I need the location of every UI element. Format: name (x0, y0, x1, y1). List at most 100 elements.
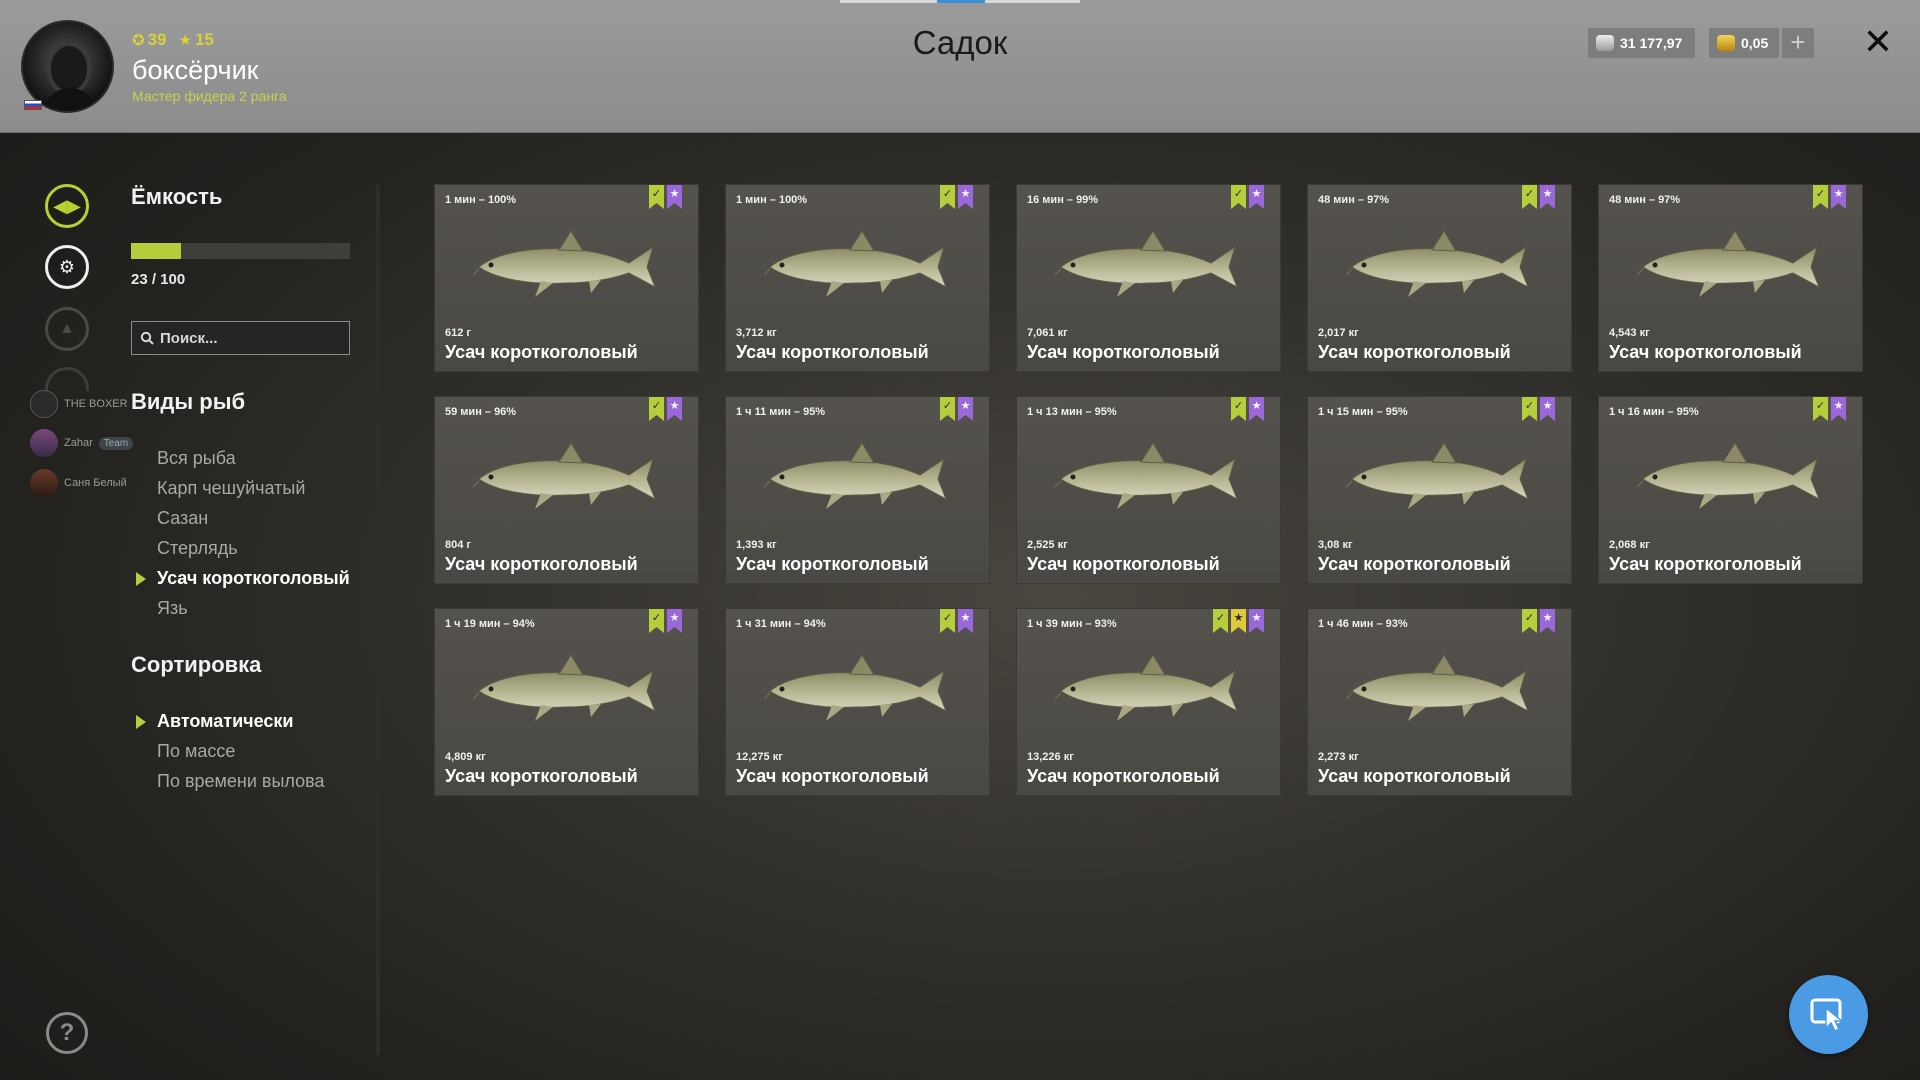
fish-card[interactable]: 1 ч 46 мин – 93% ✓ ★ 2,273 кг Усач короткого… (1307, 608, 1572, 796)
capacity-count: 23 / 100 (131, 271, 186, 288)
purple-bookmark-icon: ★ (1831, 397, 1846, 421)
fish-weight: 12,275 кг (736, 751, 783, 763)
fish-name: Усач короткоголовый (445, 342, 638, 362)
fish-card[interactable]: 16 мин – 99% ✓ ★ 7,061 кг Усач короткоголовы… (1016, 184, 1281, 372)
friend-entry[interactable]: Zahar Team (30, 428, 134, 458)
fish-card[interactable]: 48 мин – 97% ✓ ★ 4,543 кг Усач короткоголовы… (1598, 184, 1863, 372)
tab-indicator-active (937, 0, 985, 3)
purple-bookmark-icon: ★ (958, 609, 973, 633)
species-title: Виды рыб (131, 389, 246, 414)
fish-card[interactable]: 1 мин – 100% ✓ ★ 3,712 кг Усач короткоголовы… (725, 184, 990, 372)
fish-image (763, 654, 947, 721)
close-button[interactable]: ✕ (1860, 22, 1896, 62)
friend-entry[interactable]: THE BOXER (30, 389, 128, 419)
purple-bookmark-icon: ★ (667, 609, 682, 633)
species-item[interactable]: Усач коротко­головый (157, 568, 350, 589)
species-item[interactable]: Язь (157, 598, 188, 619)
search-input[interactable] (160, 329, 340, 347)
sort-option[interactable]: По массе (157, 741, 235, 762)
green-bookmark-icon: ✓ (1213, 609, 1228, 633)
silver-coin-icon (1596, 35, 1614, 51)
locked-icon (45, 367, 89, 391)
fish-image (1054, 442, 1238, 509)
fish-card[interactable]: 1 ч 15 мин – 95% ✓ ★ 3,08 кг Усач короткогол… (1307, 396, 1572, 584)
fish-weight: 13,226 кг (1027, 751, 1074, 763)
team-badge: Team (98, 436, 134, 450)
catch-time: 48 мин – 97% (1318, 194, 1390, 206)
catch-time: 1 ч 11 мин – 95% (736, 406, 826, 418)
catch-time: 1 ч 39 мин – 93% (1027, 618, 1117, 630)
species-item[interactable]: Карп чешуйчатый (157, 478, 305, 499)
green-bookmark-icon: ✓ (940, 185, 955, 209)
species-item[interactable]: Вся рыба (157, 448, 236, 469)
add-currency-button[interactable]: + (1782, 28, 1814, 58)
fish-weight: 804 г (445, 539, 471, 551)
card-marks: ✓ ★ (1231, 397, 1264, 421)
card-marks: ✓ ★ (1813, 397, 1846, 421)
purple-bookmark-icon: ★ (958, 185, 973, 209)
catch-time: 1 мин – 100% (736, 194, 808, 206)
bait-trap-icon[interactable]: ⚙ (45, 245, 89, 289)
card-marks: ✓ ★ (649, 397, 682, 421)
green-bookmark-icon: ✓ (1522, 397, 1537, 421)
fish-card[interactable]: 1 ч 39 мин – 93% ✓ ★ ★ 13,226 кг Усач коротко… (1016, 608, 1281, 796)
fish-keepnet-icon[interactable]: ◀▶ (45, 184, 89, 228)
card-marks: ✓ ★ (649, 185, 682, 209)
catch-time: 1 ч 46 мин – 93% (1318, 618, 1408, 630)
sort-option[interactable]: Автоматически (157, 711, 293, 732)
purple-bookmark-icon: ★ (1540, 609, 1555, 633)
fish-card[interactable]: 1 ч 11 мин – 95% ✓ ★ 1,393 кг Усач короткого… (725, 396, 990, 584)
fish-name: Усач короткоголовый (445, 766, 638, 786)
fish-image (763, 442, 947, 509)
boat-icon[interactable]: ▲ (45, 307, 89, 351)
fish-weight: 2,017 кг (1318, 327, 1359, 339)
friend-entry[interactable]: Саня Белый (30, 468, 127, 498)
fish-card[interactable]: 48 мин – 97% ✓ ★ 2,017 кг Усач короткоголовы… (1307, 184, 1572, 372)
fish-card[interactable]: 1 ч 16 мин – 95% ✓ ★ 2,068 кг Усач короткого… (1598, 396, 1863, 584)
sort-option[interactable]: По времени вылова (157, 771, 325, 792)
card-marks: ✓ ★ (1813, 185, 1846, 209)
green-bookmark-icon: ✓ (1231, 185, 1246, 209)
fish-name: Усач короткоголовый (1318, 766, 1511, 786)
search-icon (140, 331, 154, 345)
catch-time: 1 ч 15 мин – 95% (1318, 406, 1408, 418)
fish-image (1636, 442, 1820, 509)
fish-card[interactable]: 1 ч 13 мин – 95% ✓ ★ 2,525 кг Усач короткого… (1016, 396, 1281, 584)
fish-name: Усач короткоголовый (1318, 342, 1511, 362)
fish-name: Усач короткоголовый (1027, 766, 1220, 786)
fish-name: Усач короткоголовый (736, 766, 929, 786)
fish-card[interactable]: 59 мин – 96% ✓ ★ 804 г Усач короткоголовый (434, 396, 699, 584)
fish-card[interactable]: 1 ч 31 мин – 94% ✓ ★ 12,275 кг Усач коротког… (725, 608, 990, 796)
selected-arrow-icon (136, 572, 146, 586)
friend-avatar (30, 469, 58, 497)
fish-card[interactable]: 1 мин – 100% ✓ ★ 612 г Усач короткоголовый (434, 184, 699, 372)
silver-balance: 31 177,97 (1588, 28, 1695, 58)
fish-image (472, 442, 656, 509)
purple-bookmark-icon: ★ (958, 397, 973, 421)
species-item[interactable]: Сазан (157, 508, 208, 529)
green-bookmark-icon: ✓ (1522, 185, 1537, 209)
fish-name: Усач короткоголовый (445, 554, 638, 574)
purple-bookmark-icon: ★ (1249, 185, 1264, 209)
gold-bookmark-icon: ★ (1231, 609, 1246, 633)
fish-weight: 2,068 кг (1609, 539, 1650, 551)
cursor-mode-button[interactable] (1789, 975, 1868, 1054)
fish-image (1345, 442, 1529, 509)
search-field[interactable] (131, 321, 350, 355)
fish-name: Усач короткоголовый (1318, 554, 1511, 574)
fish-card[interactable]: 1 ч 19 мин – 94% ✓ ★ 4,809 кг Усач короткого… (434, 608, 699, 796)
purple-bookmark-icon: ★ (667, 397, 682, 421)
tab-indicator (840, 0, 1080, 3)
fish-weight: 612 г (445, 327, 471, 339)
green-bookmark-icon: ✓ (1813, 397, 1828, 421)
card-marks: ✓ ★ (940, 397, 973, 421)
fish-weight: 2,273 кг (1318, 751, 1359, 763)
species-item[interactable]: Стерлядь (157, 538, 238, 559)
fish-name: Усач короткоголовый (736, 554, 929, 574)
purple-bookmark-icon: ★ (1249, 609, 1264, 633)
help-icon[interactable]: ? (46, 1012, 88, 1054)
purple-bookmark-icon: ★ (1249, 397, 1264, 421)
card-marks: ✓ ★ (1522, 185, 1555, 209)
fish-image (1054, 654, 1238, 721)
fish-weight: 4,543 кг (1609, 327, 1650, 339)
